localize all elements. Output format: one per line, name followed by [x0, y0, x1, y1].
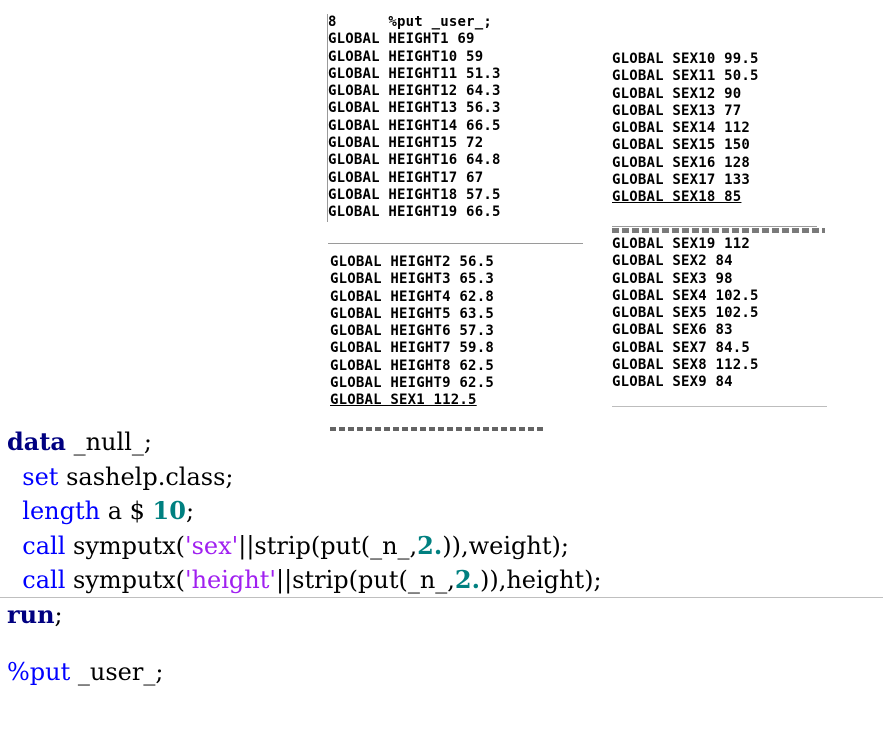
log-line: GLOBAL SEX16 128 — [612, 154, 751, 171]
log-line: GLOBAL SEX6 83 — [612, 322, 733, 339]
log-line-number: 8 — [328, 14, 337, 30]
log-line: GLOBAL SEX8 112.5 — [612, 357, 759, 374]
log-line: GLOBAL SEX3 98 — [612, 270, 733, 287]
code-line[interactable]: call symputx('height'||strip(put(_n_,2.)… — [7, 563, 602, 598]
code-text: ||strip(put(_n_, — [276, 566, 455, 594]
log-panel-height-top: 8 %put _user_; GLOBAL HEIGHT1 69 GLOBAL … — [327, 14, 583, 244]
log-line: GLOBAL HEIGHT12 64.3 — [328, 83, 501, 100]
log-line: GLOBAL HEIGHT19 66.5 — [328, 204, 501, 221]
log-line: GLOBAL HEIGHT7 59.8 — [330, 340, 494, 357]
numeric-literal: 10 — [152, 496, 186, 525]
log-line: GLOBAL HEIGHT2 56.5 — [330, 254, 494, 270]
log-line: GLOBAL SEX7 84.5 — [612, 339, 751, 356]
log-line: GLOBAL HEIGHT13 56.3 — [328, 100, 501, 117]
keyword: run — [7, 599, 55, 629]
log-line: GLOBAL SEX4 102.5 — [612, 287, 759, 304]
log-line: GLOBAL HEIGHT11 51.3 — [328, 65, 501, 82]
log-line: GLOBAL HEIGHT3 65.3 — [330, 271, 494, 288]
log-line: GLOBAL HEIGHT14 66.5 — [328, 117, 501, 134]
string-literal: 'sex' — [185, 531, 239, 560]
log-line: GLOBAL SEX11 50.5 — [612, 68, 759, 85]
log-line: GLOBAL HEIGHT6 57.3 — [330, 323, 494, 340]
log-line: GLOBAL HEIGHT16 64.8 — [328, 152, 501, 169]
code-line[interactable]: data _null_; — [7, 425, 602, 460]
log-line: GLOBAL HEIGHT4 62.8 — [330, 288, 494, 305]
code-editor-lower[interactable]: %put _user_; — [7, 655, 163, 689]
code-line[interactable]: %put _user_; — [7, 658, 163, 686]
code-text: ||strip(put(_n_, — [238, 531, 418, 560]
code-line[interactable]: length a $ 10; — [7, 494, 602, 529]
log-line: GLOBAL HEIGHT9 62.5 — [330, 375, 494, 392]
log-line: GLOBAL SEX19 112 — [612, 236, 751, 252]
numeric-literal: 2. — [454, 565, 480, 594]
step-divider — [0, 597, 883, 598]
log-line: GLOBAL HEIGHT15 72 — [328, 135, 484, 152]
panel-border — [328, 243, 583, 244]
code-text: _null_; — [65, 428, 152, 456]
keyword: call — [22, 566, 66, 594]
log-line: GLOBAL SEX5 102.5 — [612, 305, 759, 322]
panel-border — [612, 226, 817, 227]
code-text: _user_; — [70, 658, 164, 686]
log-panel-sex-bottom: GLOBAL SEX19 112 GLOBAL SEX2 84 GLOBAL S… — [612, 236, 862, 392]
log-statement: %put _user_; — [388, 14, 492, 30]
log-panel-sex-top: GLOBAL SEX10 99.5 GLOBAL SEX11 50.5 GLOB… — [612, 51, 862, 207]
log-line: GLOBAL SEX9 84 — [612, 374, 733, 391]
code-text: ; — [54, 600, 63, 629]
code-text: sashelp.class; — [58, 462, 234, 491]
keyword: length — [22, 497, 101, 525]
log-line: GLOBAL SEX14 112 — [612, 120, 751, 137]
code-editor[interactable]: data _null_; set sashelp.class; length a… — [7, 425, 602, 632]
string-literal: 'height' — [185, 566, 276, 594]
code-text: symputx( — [65, 531, 185, 560]
log-line: GLOBAL HEIGHT1 69 — [328, 31, 475, 48]
log-line: GLOBAL SEX12 90 — [612, 85, 742, 102]
keyword: call — [22, 531, 66, 560]
log-line: GLOBAL SEX2 84 — [612, 253, 733, 270]
log-line: GLOBAL HEIGHT5 63.5 — [330, 305, 494, 322]
log-header-line: 8 %put _user_; — [328, 14, 578, 31]
keyword: set — [22, 462, 59, 491]
code-line[interactable]: set sashelp.class; — [7, 460, 602, 495]
log-line: GLOBAL SEX17 133 — [612, 172, 751, 189]
code-line[interactable]: call symputx('sex'||strip(put(_n_,2.)),w… — [7, 529, 602, 564]
code-text: a $ — [100, 497, 153, 525]
macro-keyword: %put — [7, 658, 71, 686]
code-text: symputx( — [65, 566, 185, 594]
log-panel-height-bottom: GLOBAL HEIGHT2 56.5 GLOBAL HEIGHT3 65.3 … — [330, 254, 580, 410]
log-line: GLOBAL SEX18 85 — [612, 189, 742, 206]
panel-border — [612, 406, 827, 407]
log-line: GLOBAL HEIGHT8 62.5 — [330, 357, 494, 374]
code-text: )),weight); — [442, 531, 569, 560]
log-line: GLOBAL HEIGHT10 59 — [328, 48, 484, 65]
log-line: GLOBAL SEX10 99.5 — [612, 51, 759, 67]
code-line[interactable]: run; — [7, 598, 602, 633]
keyword: data — [7, 427, 66, 456]
log-line: GLOBAL HEIGHT18 57.5 — [328, 186, 501, 203]
log-line: GLOBAL SEX1 112.5 — [330, 392, 477, 409]
code-text: )),height); — [479, 566, 602, 594]
code-text: ; — [185, 497, 195, 525]
cropped-text-fragment — [612, 228, 825, 233]
log-line: GLOBAL HEIGHT17 67 — [328, 169, 484, 186]
log-line: GLOBAL SEX13 77 — [612, 102, 742, 119]
numeric-literal: 2. — [417, 530, 443, 560]
log-line: GLOBAL SEX15 150 — [612, 137, 751, 154]
